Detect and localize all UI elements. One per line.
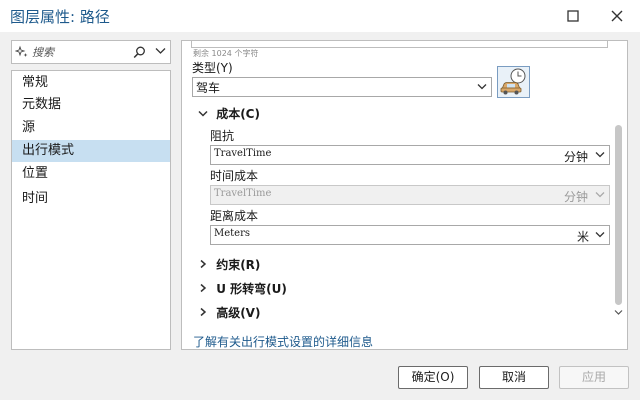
time-cost-label: 时间成本 <box>210 169 259 183</box>
close-button[interactable] <box>602 4 632 28</box>
ok-button[interactable]: 确定(O) <box>398 366 468 389</box>
maximize-button[interactable] <box>558 4 588 28</box>
search-icon[interactable] <box>133 46 146 59</box>
chevron-right-icon <box>200 307 207 317</box>
chevron-right-icon <box>200 259 207 269</box>
chevron-down-icon <box>198 110 208 117</box>
description-field[interactable] <box>191 41 608 48</box>
impedance-select[interactable]: TravelTime 分钟 <box>210 145 610 165</box>
nav-item-metadata[interactable]: 元数据 <box>12 94 170 116</box>
time-cost-unit: 分钟 <box>564 190 589 204</box>
distance-cost-value: Meters <box>214 228 251 239</box>
scroll-down-icon[interactable] <box>614 309 623 316</box>
impedance-label: 阻抗 <box>210 129 235 143</box>
nav-item-location[interactable]: 位置 <box>12 163 170 185</box>
nav-item-source[interactable]: 源 <box>12 117 170 139</box>
distance-cost-select[interactable]: Meters 米 <box>210 225 610 245</box>
cost-section-title: 成本(C) <box>216 107 260 121</box>
search-box[interactable] <box>11 40 171 64</box>
restrictions-section-title: 约束(R) <box>216 258 261 272</box>
chevron-down-icon <box>595 192 605 198</box>
type-value: 驾车 <box>196 81 221 95</box>
distance-cost-unit: 米 <box>577 230 590 244</box>
chevron-right-icon <box>200 283 207 293</box>
sparkle-icon <box>15 45 28 57</box>
chevron-down-icon <box>595 232 605 238</box>
restrictions-section-header[interactable]: 约束(R) <box>196 256 260 273</box>
type-label: 类型(Y) <box>192 61 233 75</box>
nav-item-travel-mode[interactable]: 出行模式 <box>12 140 170 162</box>
advanced-section-header[interactable]: 高级(V) <box>196 304 260 321</box>
apply-button: 应用 <box>559 366 629 389</box>
cost-section-header[interactable]: 成本(C) <box>196 105 260 122</box>
chevron-down-icon <box>595 152 605 158</box>
char-count: 剩余 1024 个字符 <box>193 49 259 58</box>
cancel-button[interactable]: 取消 <box>479 366 549 389</box>
travel-mode-panel: 剩余 1024 个字符 类型(Y) 驾车 成本(C) 阻抗 TravelTime… <box>181 40 628 350</box>
uturn-section-title: U 形转弯(U) <box>216 282 287 296</box>
scrollbar-thumb[interactable] <box>615 125 622 305</box>
chevron-down-icon <box>477 84 487 90</box>
distance-cost-label: 距离成本 <box>210 209 259 223</box>
uturn-section-header[interactable]: U 形转弯(U) <box>196 280 287 297</box>
help-link[interactable]: 了解有关出行模式设置的详细信息 <box>193 333 373 349</box>
time-cost-value: TravelTime <box>214 188 272 199</box>
search-input[interactable] <box>32 43 132 61</box>
travel-mode-car-icon[interactable] <box>497 66 530 98</box>
nav-item-general[interactable]: 常规 <box>12 72 170 94</box>
chevron-down-icon[interactable] <box>155 47 166 55</box>
close-icon <box>611 10 623 22</box>
nav-item-time[interactable]: 时间 <box>12 188 170 210</box>
title-bar: 图层属性: 路径 <box>0 0 640 32</box>
time-cost-select: TravelTime 分钟 <box>210 185 610 205</box>
type-select[interactable]: 驾车 <box>192 77 492 97</box>
left-panel: 常规 元数据 源 出行模式 位置 时间 <box>11 40 171 350</box>
impedance-unit: 分钟 <box>564 150 589 164</box>
maximize-icon <box>567 10 579 22</box>
impedance-value: TravelTime <box>214 148 272 159</box>
advanced-section-title: 高级(V) <box>216 306 261 320</box>
window-title: 图层属性: 路径 <box>10 8 110 26</box>
nav-list: 常规 元数据 源 出行模式 位置 时间 <box>11 70 171 350</box>
